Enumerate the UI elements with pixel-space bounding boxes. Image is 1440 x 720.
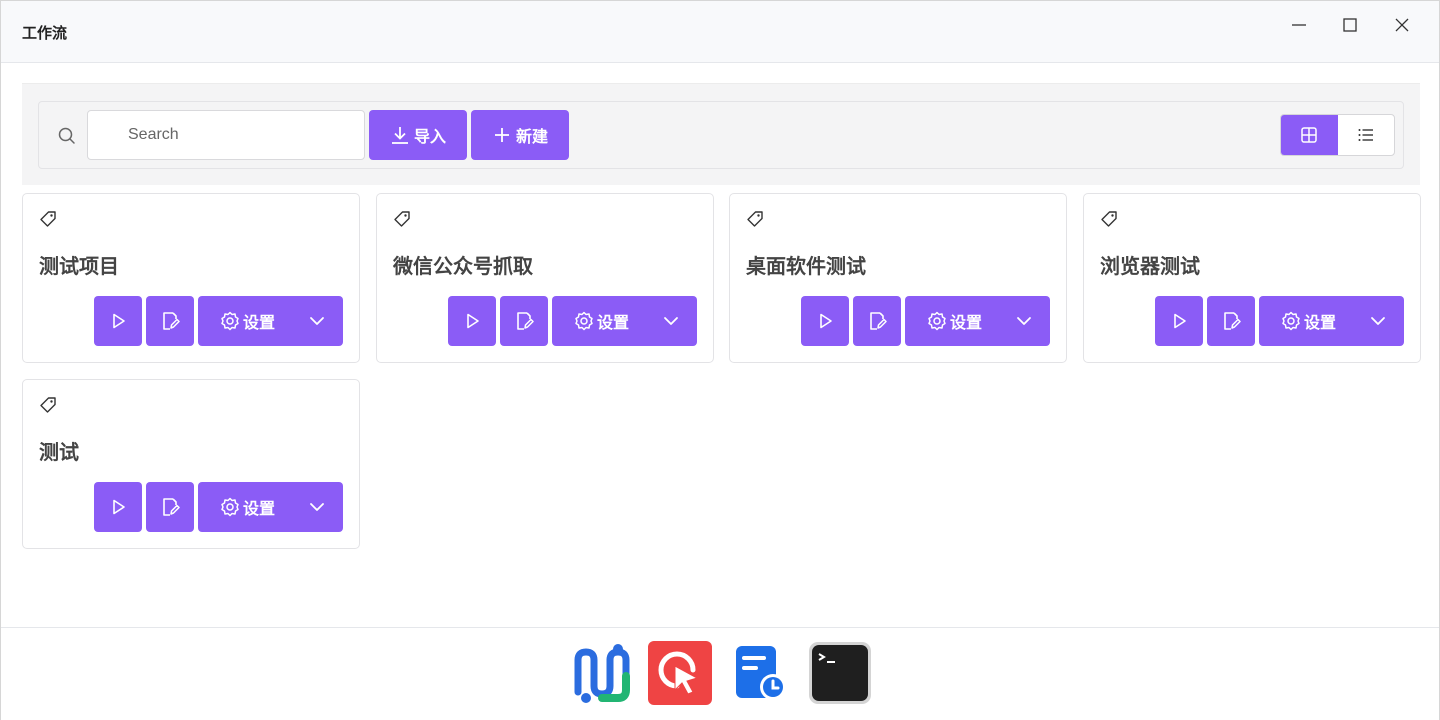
edit-button[interactable] <box>146 296 194 346</box>
tag-icon <box>747 211 763 227</box>
settings-label: 设置 <box>950 313 983 332</box>
chevron-down-icon[interactable] <box>1014 311 1034 331</box>
workflow-title: 测试项目 <box>39 254 119 278</box>
settings-button[interactable]: 设置 <box>552 296 697 346</box>
workflow-card[interactable]: 桌面软件测试 设置 <box>729 193 1067 363</box>
app-window: 工作流 Search 导入 新建 测试项目 设置 微信公众号抓取 设置 桌面软件… <box>0 0 1440 720</box>
tag-icon <box>1101 211 1117 227</box>
workflow-card[interactable]: 测试 设置 <box>22 379 360 549</box>
tag-icon <box>40 211 56 227</box>
play-icon <box>113 499 125 515</box>
card-actions: 设置 <box>1155 296 1404 346</box>
edit-icon <box>163 498 180 516</box>
minimize-button[interactable] <box>1283 9 1315 41</box>
play-icon <box>113 313 125 329</box>
close-button[interactable] <box>1386 9 1418 41</box>
search-icon <box>58 127 75 144</box>
workflow-title: 测试 <box>39 440 79 464</box>
play-icon <box>1174 313 1186 329</box>
gear-icon <box>221 497 239 517</box>
workflow-card[interactable]: 微信公众号抓取 设置 <box>376 193 714 363</box>
tag-icon <box>394 211 410 227</box>
grid-view-button[interactable] <box>1281 115 1338 155</box>
edit-icon <box>517 312 534 330</box>
play-icon <box>820 313 832 329</box>
new-button[interactable]: 新建 <box>471 110 569 160</box>
workflow-title: 桌面软件测试 <box>746 254 866 278</box>
workflow-app-icon[interactable] <box>568 640 634 706</box>
edit-icon <box>1224 312 1241 330</box>
edit-button[interactable] <box>500 296 548 346</box>
run-button[interactable] <box>448 296 496 346</box>
settings-button[interactable]: 设置 <box>198 296 343 346</box>
main-content: 导入 新建 <box>22 83 1420 185</box>
terminal-app-icon[interactable] <box>807 640 873 706</box>
edit-button[interactable] <box>1207 296 1255 346</box>
gear-icon <box>575 311 593 331</box>
plus-icon <box>494 128 509 142</box>
card-actions: 设置 <box>448 296 697 346</box>
play-icon <box>467 313 479 329</box>
workflow-card[interactable]: 浏览器测试 设置 <box>1083 193 1421 363</box>
title-bar: 工作流 <box>1 1 1439 63</box>
workflow-card[interactable]: 测试项目 设置 <box>22 193 360 363</box>
chevron-down-icon[interactable] <box>1368 311 1388 331</box>
gear-icon <box>928 311 946 331</box>
maximize-button[interactable] <box>1334 9 1366 41</box>
download-icon <box>391 127 408 144</box>
scheduled-task-app-icon[interactable] <box>726 640 792 706</box>
settings-button[interactable]: 设置 <box>1259 296 1404 346</box>
maximize-icon <box>1343 18 1357 32</box>
settings-label: 设置 <box>1304 313 1337 332</box>
run-button[interactable] <box>1155 296 1203 346</box>
view-toggle <box>1280 114 1395 156</box>
workflow-title: 微信公众号抓取 <box>393 254 533 278</box>
search-input[interactable] <box>87 110 365 160</box>
close-icon <box>1395 18 1409 32</box>
toolbar: 导入 新建 <box>38 101 1404 169</box>
card-actions: 设置 <box>94 296 343 346</box>
import-label: 导入 <box>413 127 446 146</box>
chevron-down-icon[interactable] <box>307 497 327 517</box>
new-label: 新建 <box>515 127 548 146</box>
run-button[interactable] <box>801 296 849 346</box>
dock <box>1 627 1439 720</box>
window-title: 工作流 <box>22 24 68 42</box>
list-icon <box>1358 129 1373 141</box>
edit-icon <box>870 312 887 330</box>
settings-label: 设置 <box>597 313 630 332</box>
card-actions: 设置 <box>801 296 1050 346</box>
minimize-icon <box>1292 24 1306 26</box>
chevron-down-icon[interactable] <box>661 311 681 331</box>
chevron-down-icon[interactable] <box>307 311 327 331</box>
click-automation-app-icon[interactable] <box>647 640 713 706</box>
edit-icon <box>163 312 180 330</box>
tag-icon <box>40 397 56 413</box>
edit-button[interactable] <box>853 296 901 346</box>
run-button[interactable] <box>94 296 142 346</box>
gear-icon <box>221 311 239 331</box>
toolbar-area: 导入 新建 <box>22 83 1420 185</box>
import-button[interactable]: 导入 <box>369 110 467 160</box>
edit-button[interactable] <box>146 482 194 532</box>
grid-icon <box>1301 127 1317 143</box>
settings-label: 设置 <box>243 313 276 332</box>
settings-button[interactable]: 设置 <box>198 482 343 532</box>
list-view-button[interactable] <box>1338 115 1395 155</box>
gear-icon <box>1282 311 1300 331</box>
run-button[interactable] <box>94 482 142 532</box>
workflow-title: 浏览器测试 <box>1100 254 1200 278</box>
card-actions: 设置 <box>94 482 343 532</box>
settings-label: 设置 <box>243 499 276 518</box>
settings-button[interactable]: 设置 <box>905 296 1050 346</box>
